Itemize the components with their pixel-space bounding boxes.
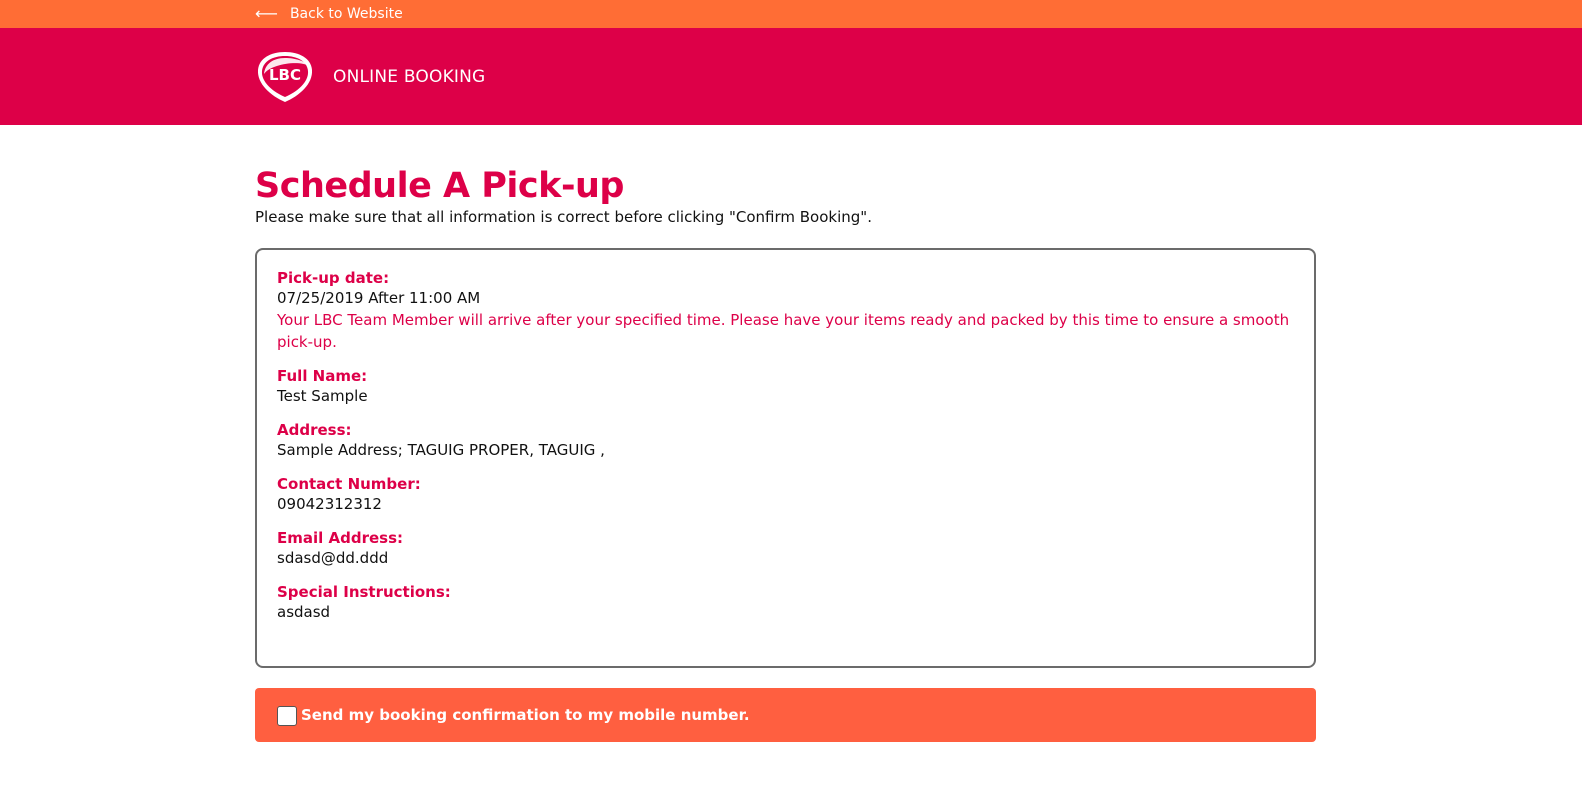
pickup-date-value: 07/25/2019 After 11:00 AM bbox=[277, 289, 481, 307]
main-content: Schedule A Pick-up Please make sure that… bbox=[255, 125, 1317, 742]
site-header: LBC ONLINE BOOKING bbox=[0, 28, 1582, 125]
booking-summary-card: Pick-up date: 07/25/2019 After 11:00 AM … bbox=[255, 248, 1316, 668]
email-value: sdasd@dd.ddd bbox=[277, 549, 389, 567]
contact-number-value: 09042312312 bbox=[277, 495, 382, 513]
contact-number-label: Contact Number: bbox=[277, 475, 421, 493]
header-inner: LBC ONLINE BOOKING bbox=[255, 28, 1317, 125]
address-field: Address: Sample Address; TAGUIG PROPER, … bbox=[277, 420, 1294, 461]
lbc-logo[interactable]: LBC bbox=[255, 50, 315, 104]
header-title: ONLINE BOOKING bbox=[333, 66, 486, 87]
sms-confirmation-bar: Send my booking confirmation to my mobil… bbox=[255, 688, 1316, 742]
sms-confirmation-checkbox[interactable] bbox=[277, 706, 297, 726]
pickup-date-field: Pick-up date: 07/25/2019 After 11:00 AM … bbox=[277, 268, 1294, 353]
full-name-label: Full Name: bbox=[277, 367, 368, 385]
special-instructions-label: Special Instructions: bbox=[277, 583, 451, 601]
sms-confirmation-label[interactable]: Send my booking confirmation to my mobil… bbox=[301, 706, 750, 724]
special-instructions-value: asdasd bbox=[277, 603, 331, 621]
full-name-value: Test Sample bbox=[277, 387, 368, 405]
logo-text: LBC bbox=[269, 66, 301, 84]
topbar-inner: ⟵ Back to Website bbox=[255, 0, 1317, 28]
email-field: Email Address: sdasd@dd.ddd bbox=[277, 528, 1294, 569]
special-instructions-field: Special Instructions: asdasd bbox=[277, 582, 1294, 623]
back-to-website-link[interactable]: ⟵ Back to Website bbox=[255, 4, 403, 23]
contact-number-field: Contact Number: 09042312312 bbox=[277, 474, 1294, 515]
email-label: Email Address: bbox=[277, 529, 404, 547]
address-value: Sample Address; TAGUIG PROPER, TAGUIG , bbox=[277, 441, 605, 459]
topbar: ⟵ Back to Website bbox=[0, 0, 1582, 28]
pickup-date-label: Pick-up date: bbox=[277, 269, 390, 287]
arrow-left-icon: ⟵ bbox=[255, 4, 278, 23]
address-label: Address: bbox=[277, 421, 352, 439]
page-subtitle: Please make sure that all information is… bbox=[255, 208, 872, 226]
page-title: Schedule A Pick-up bbox=[255, 166, 624, 206]
full-name-field: Full Name: Test Sample bbox=[277, 366, 1294, 407]
pickup-date-note: Your LBC Team Member will arrive after y… bbox=[277, 311, 1290, 351]
back-to-website-label: Back to Website bbox=[289, 6, 403, 22]
